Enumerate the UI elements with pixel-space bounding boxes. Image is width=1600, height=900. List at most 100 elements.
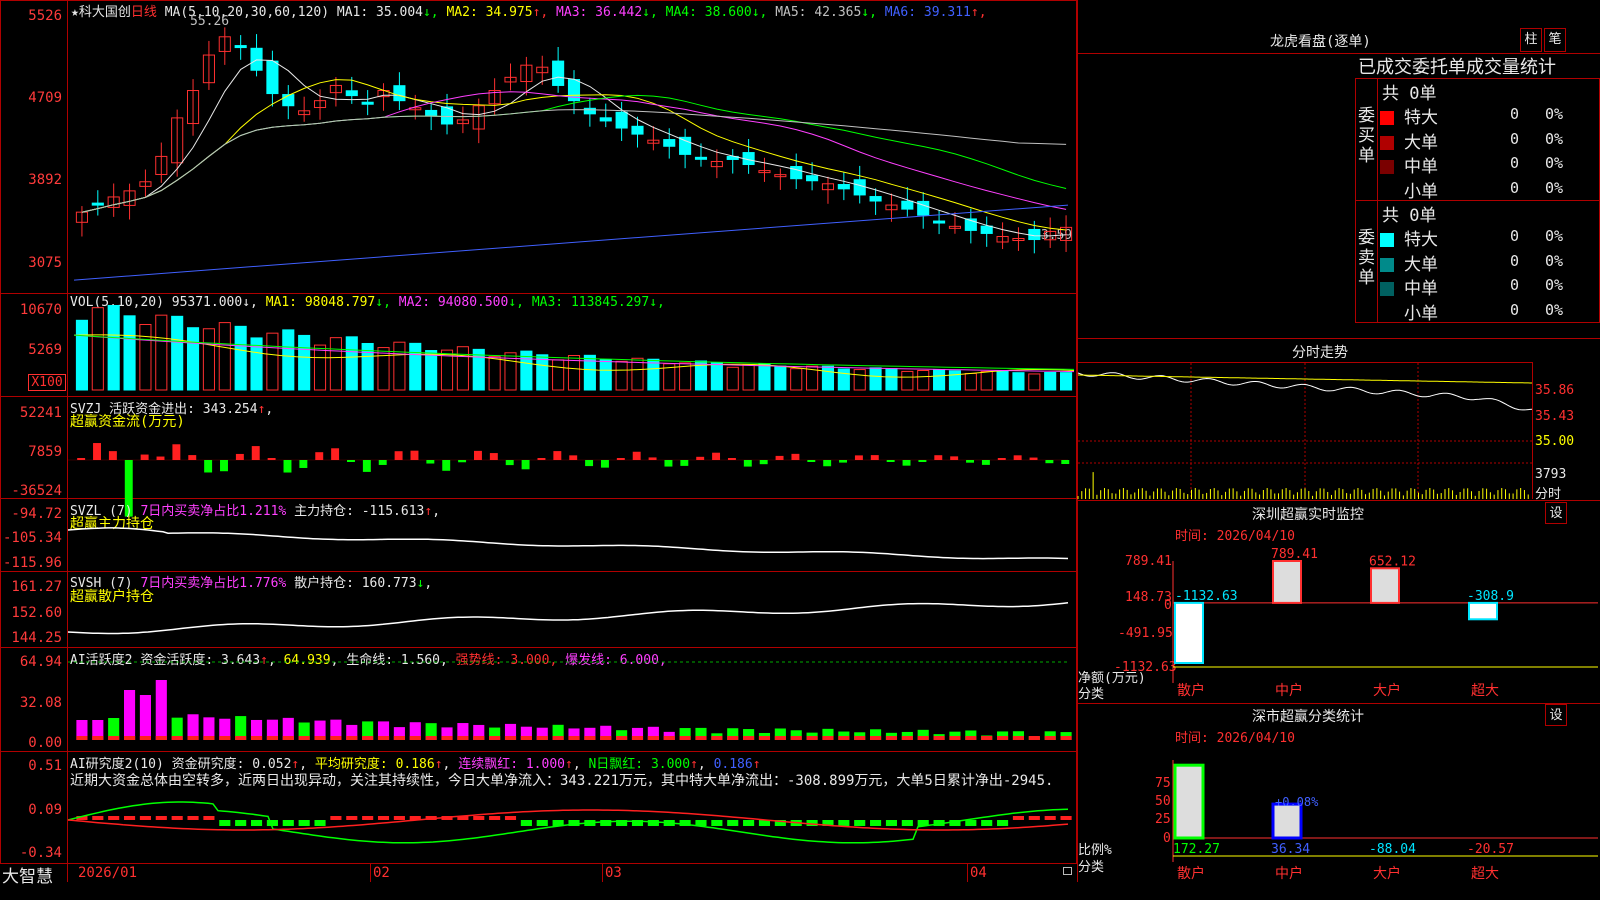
flow-bar — [362, 460, 371, 472]
activity-base — [425, 736, 437, 740]
retail-holding-line — [67, 602, 1069, 635]
activity-base — [822, 736, 834, 740]
flow-bar — [315, 452, 324, 460]
row-name: 小单 — [1404, 181, 1438, 202]
row-name: 特大 — [1404, 108, 1438, 128]
sz-classify-title: 深市超赢分类统计 — [1252, 709, 1364, 725]
ai-research-chart[interactable] — [67, 790, 1076, 862]
sz-classify-chart[interactable]: 172.27 散户 36.34 中户 -88.04 大户 -20.57 超大 +0.08% — [1078, 760, 1598, 882]
flow-bar — [981, 460, 990, 465]
flow-bar — [410, 450, 419, 460]
sz-classify-settings-button[interactable]: 设 — [1545, 704, 1567, 726]
activity-base — [108, 736, 120, 740]
activity-base — [314, 736, 326, 740]
volume-bar — [377, 347, 390, 391]
activity-base — [806, 736, 818, 740]
candle-body — [361, 101, 374, 105]
research-bar — [727, 820, 739, 826]
activity-base — [1060, 736, 1072, 740]
tick-mode-button[interactable]: 笔 — [1544, 28, 1566, 52]
svzl-y-tick-2: -115.96 — [2, 555, 62, 571]
sz-monitor-chart[interactable]: -1132.63 散户 789.41 中户 652.12 大户 -308.9 超大 — [1078, 545, 1598, 700]
activity-base — [266, 736, 278, 740]
volume-chart[interactable] — [68, 304, 1076, 391]
sell-rows: 特大 0 0% 大单 0 0% 中单 0 0% 小单 0 0% — [1380, 225, 1600, 324]
category-label: 大户 — [1373, 865, 1401, 882]
candle-body — [345, 90, 358, 97]
lock-icon[interactable] — [1063, 867, 1072, 875]
volume-bar — [234, 325, 247, 391]
candle-body — [425, 109, 438, 117]
research-bar — [266, 820, 278, 826]
category-label: 散户 — [1177, 865, 1205, 882]
activity-base — [393, 736, 405, 740]
candle-body — [869, 196, 882, 202]
longhu-row: 小单 0 0% — [1380, 299, 1600, 324]
bar-mode-button[interactable]: 柱 — [1520, 28, 1542, 52]
volume-ma-line — [73, 334, 1075, 370]
ai-active-chart[interactable] — [68, 660, 1076, 750]
flow-bar — [251, 446, 260, 460]
longhu-title: 龙虎看盘(逐单) — [1270, 34, 1371, 50]
activity-base — [457, 736, 469, 740]
activity-bar — [124, 690, 136, 740]
svsh-y-tick-0: 161.27 — [11, 579, 62, 595]
vol-y-tick-0: 10670 — [19, 302, 62, 318]
retail-holding-chart[interactable] — [67, 592, 1076, 646]
activity-base — [997, 736, 1009, 740]
row-num: 0 — [1510, 276, 1520, 294]
volume-bar — [615, 360, 628, 391]
flow-bar — [918, 460, 927, 462]
activity-base — [695, 736, 707, 740]
volume-bar — [202, 328, 215, 391]
volume-bar — [345, 336, 358, 391]
volume-bar — [1012, 372, 1025, 391]
flow-bar — [950, 456, 959, 460]
flow-bar — [172, 444, 181, 460]
activity-base — [92, 736, 104, 740]
candlestick-chart[interactable] — [68, 18, 1076, 290]
intraday-chart[interactable] — [1077, 363, 1533, 499]
volume-bar — [488, 356, 501, 391]
activity-base — [298, 736, 310, 740]
candle-body — [631, 125, 644, 135]
research-bar — [854, 820, 866, 826]
flow-bar — [648, 457, 657, 460]
classify-bar — [1173, 763, 1205, 840]
volume-bar — [171, 315, 184, 391]
category-label: 散户 — [1177, 682, 1205, 699]
flow-bar — [791, 453, 800, 460]
volume-ma-line — [73, 334, 1075, 373]
candle-body — [933, 220, 946, 224]
monitor-bar — [1370, 567, 1400, 604]
row-pct: 0% — [1545, 276, 1564, 294]
flow-bar — [474, 450, 482, 460]
sz-monitor-settings-button[interactable]: 设 — [1545, 502, 1567, 524]
volume-bar — [123, 315, 136, 391]
volume-bar — [91, 307, 104, 391]
fenshi-label-2: 35.00 — [1535, 434, 1575, 449]
activity-base — [901, 736, 913, 740]
fund-flow-chart[interactable] — [68, 410, 1076, 517]
research-bar — [187, 816, 199, 820]
volume-bar — [758, 363, 771, 391]
category-label: 大户 — [1373, 682, 1401, 699]
ai-active-y-tick-1: 32.08 — [19, 695, 62, 711]
flow-bar — [347, 460, 355, 462]
flow-bar — [1029, 457, 1038, 460]
volume-bar — [552, 359, 565, 391]
activity-base — [885, 736, 898, 740]
flow-bar — [204, 460, 213, 473]
volume-bar — [1028, 373, 1041, 391]
svzj-y-tick-1: 7859 — [28, 444, 62, 460]
flow-bar — [600, 460, 609, 468]
classify-value: 172.27 — [1173, 842, 1220, 857]
activity-base — [187, 736, 199, 740]
volume-bar — [536, 354, 549, 391]
activity-base — [489, 736, 501, 740]
research-bar — [711, 820, 723, 826]
main-holding-chart[interactable] — [67, 520, 1076, 570]
candle-body — [599, 117, 612, 122]
activity-base — [981, 736, 993, 740]
activity-base — [235, 736, 247, 740]
